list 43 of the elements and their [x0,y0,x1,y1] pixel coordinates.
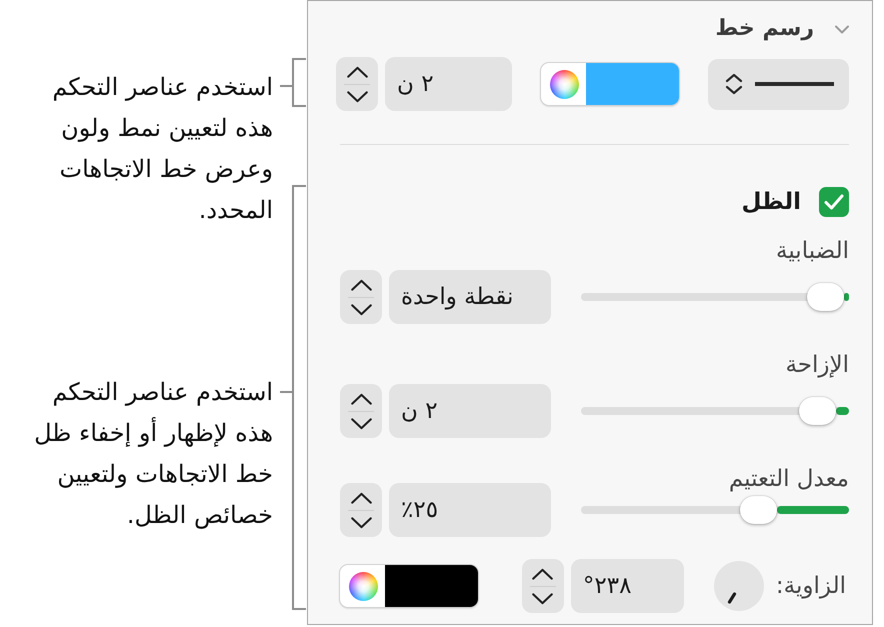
slider-label: الإزاحة [785,352,849,378]
color-well[interactable] [340,565,478,607]
value-field[interactable]: نقطة واحدة [389,270,551,324]
stepper[interactable] [336,57,378,111]
value-field[interactable]: ٢٣٨° [570,559,684,613]
chevron-up-icon [350,392,372,404]
color-wheel-icon [349,572,378,600]
value-field[interactable]: ٢ ن [385,57,512,111]
chevron-down-icon[interactable] [835,24,849,34]
chevron-down-icon [350,516,372,528]
slider[interactable] [581,397,849,425]
checkbox[interactable] [819,187,849,217]
color-wheel-icon [550,70,579,98]
chevron-down-icon [531,592,554,604]
angle-label: الزاوية: [776,572,846,600]
chevron-down-icon [346,90,368,102]
chevron-down-icon [350,418,372,430]
line-style-popup[interactable] [708,58,849,110]
up-down-chevron-icon [725,73,743,95]
slider-thumb[interactable] [740,496,777,524]
value-field[interactable]: ٢ ن [389,384,551,438]
callout-text: استخدم عناصر التحكم هذه لإظهار أو إخفاء ظل خط الاتجاهات ولتعيين خصائص الظل. [34,377,273,531]
stepper[interactable] [340,270,382,324]
chevron-up-icon [346,66,368,78]
checkmark-icon [824,194,844,210]
slider-thumb[interactable] [806,283,844,311]
stepper[interactable] [522,559,564,613]
callout-text: استخدم عناصر التحكم هذه لتعيين نمط ولون وعرض خط الاتجاهات المحدد. [52,72,273,226]
slider-label: الضبابية [776,238,849,264]
chevron-up-icon [350,278,372,290]
stepper[interactable] [340,384,382,438]
value-field[interactable]: ٢٥٪ [389,483,551,537]
section-title: رسم خط [715,15,814,43]
chevron-up-icon [350,492,372,504]
slider[interactable] [581,283,849,311]
checkbox-label: الظل [742,188,801,217]
chevron-down-icon [350,304,372,316]
slider-label: معدل التعتيم [728,466,849,492]
slider-thumb[interactable] [798,397,836,425]
slider[interactable] [581,496,849,524]
chevron-up-icon [531,568,554,580]
stepper[interactable] [340,483,382,537]
color-well[interactable] [541,63,679,105]
